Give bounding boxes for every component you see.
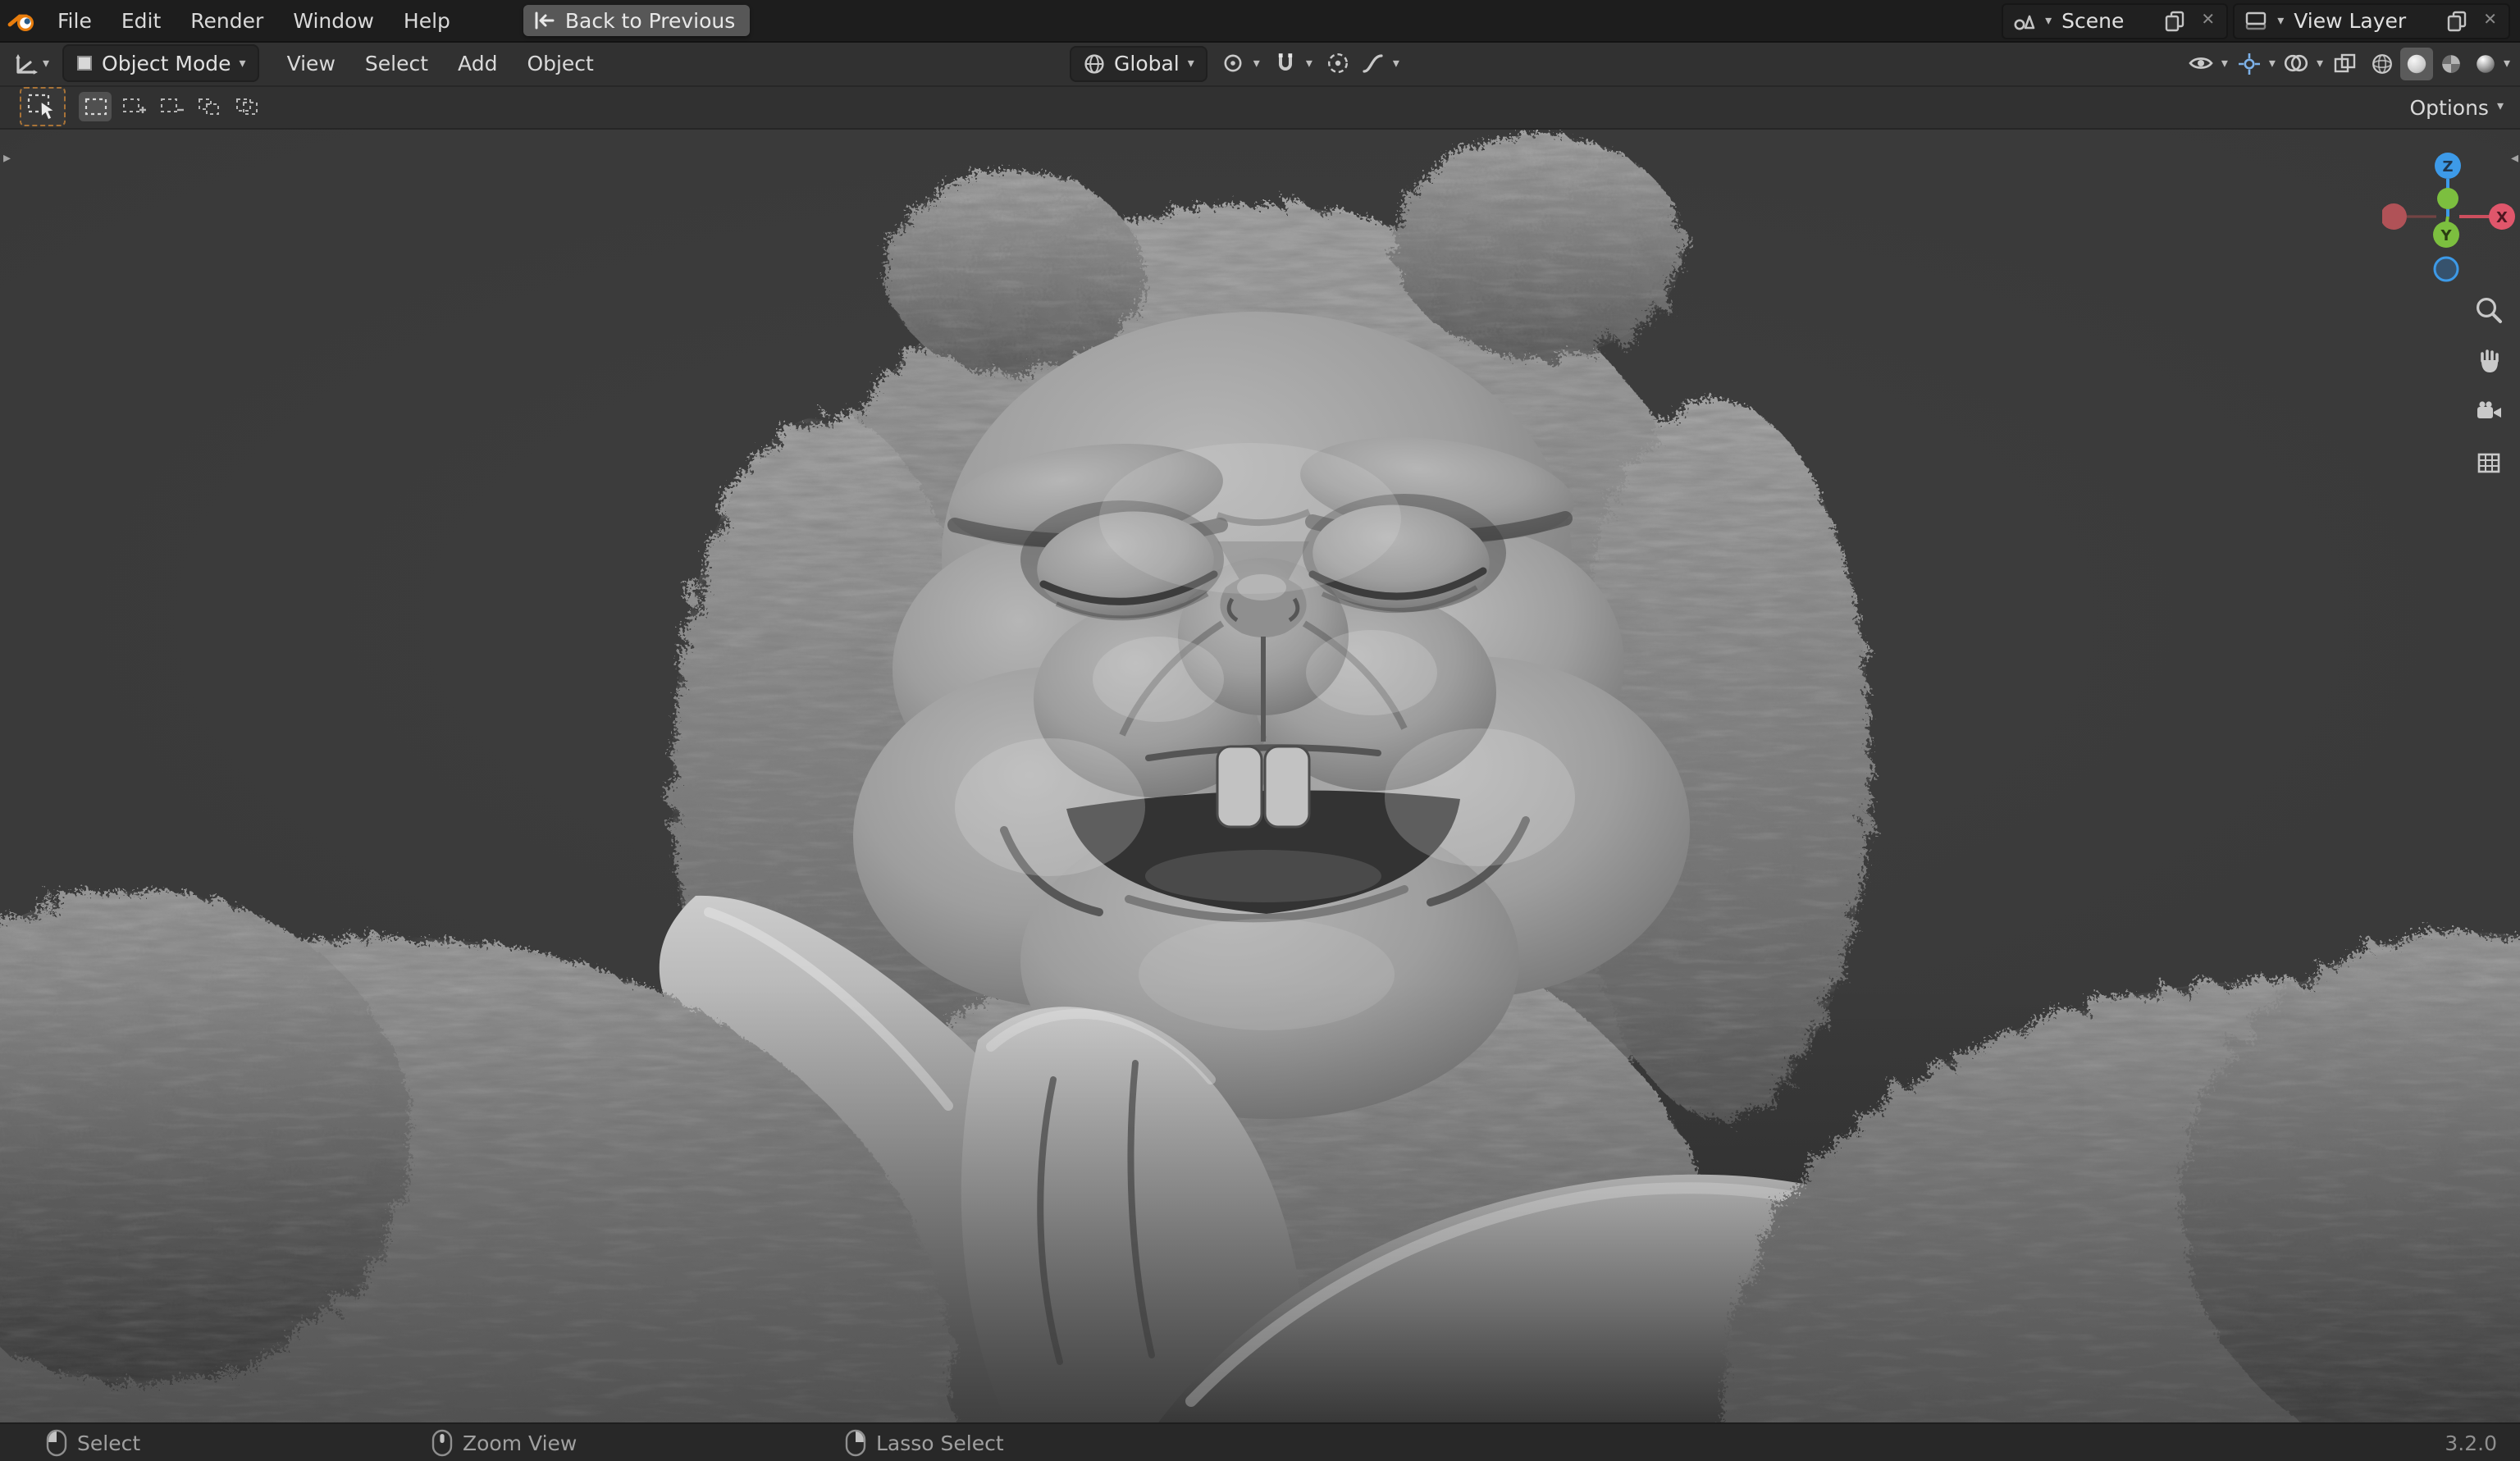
object-visibility-icon[interactable] bbox=[2187, 48, 2216, 78]
status-select-label: Select bbox=[77, 1430, 141, 1455]
show-gizmos-icon[interactable] bbox=[2235, 48, 2264, 78]
transform-orientation-label: Global bbox=[1114, 51, 1180, 75]
character-model-render bbox=[0, 135, 2520, 1422]
back-arrow-icon bbox=[536, 11, 555, 30]
back-to-previous-button[interactable]: Back to Previous bbox=[523, 5, 751, 36]
menu-render[interactable]: Render bbox=[176, 0, 278, 41]
camera-view-icon[interactable] bbox=[2471, 394, 2507, 430]
status-zoom-view: Zoom View bbox=[431, 1424, 577, 1461]
editor-type-chevron-icon[interactable]: ▾ bbox=[43, 56, 49, 70]
shading-solid-button[interactable] bbox=[2399, 47, 2433, 80]
global-orientation-icon bbox=[1084, 53, 1104, 73]
select-mode-intersect[interactable] bbox=[230, 92, 262, 121]
snap-magnet-icon[interactable] bbox=[1271, 48, 1301, 78]
transform-orientation-dropdown[interactable]: Global ▾ bbox=[1070, 45, 1208, 81]
move-view-hand-icon[interactable] bbox=[2471, 343, 2507, 379]
blender-version: 3.2.0 bbox=[2445, 1424, 2497, 1461]
menu-file[interactable]: File bbox=[43, 0, 107, 41]
gizmo-x-label: X bbox=[2496, 209, 2508, 226]
view-layer-name-field[interactable]: View Layer bbox=[2290, 8, 2436, 33]
navigation-gizmo[interactable]: Z X Y bbox=[2382, 144, 2517, 285]
mode-dropdown-label: Object Mode bbox=[102, 51, 231, 75]
version-label: 3.2.0 bbox=[2445, 1430, 2497, 1455]
proportional-editing-icon[interactable] bbox=[1324, 48, 1354, 78]
viewport-header: ▾ Object Mode ▾ View Select Add Object G… bbox=[0, 41, 2520, 87]
orthographic-toggle-icon[interactable] bbox=[2471, 445, 2507, 481]
select-mode-set[interactable] bbox=[79, 92, 112, 121]
options-label: Options bbox=[2409, 94, 2489, 119]
menu-edit[interactable]: Edit bbox=[107, 0, 176, 41]
header-right-controls: ▾ ▾ ▾ ▾ bbox=[2187, 41, 2510, 85]
object-visibility-chevron-icon[interactable]: ▾ bbox=[2221, 56, 2228, 70]
menu-select[interactable]: Select bbox=[350, 41, 443, 85]
xray-toggle-icon[interactable] bbox=[2330, 48, 2359, 78]
mouse-left-button-icon bbox=[46, 1429, 67, 1456]
blender-logo-icon[interactable] bbox=[0, 9, 43, 32]
status-bar: Select Zoom View Lasso Select 3.2.0 bbox=[0, 1422, 2520, 1461]
shading-rendered-button[interactable] bbox=[2469, 47, 2502, 80]
topbar-right: ▾ Scene ✕ ▾ View Layer ✕ bbox=[2001, 2, 2520, 39]
menu-help[interactable]: Help bbox=[389, 0, 465, 41]
show-overlays-chevron-icon[interactable]: ▾ bbox=[2317, 56, 2323, 70]
status-select: Select bbox=[46, 1424, 140, 1461]
show-gizmos-chevron-icon[interactable]: ▾ bbox=[2269, 56, 2276, 70]
select-mode-extend[interactable] bbox=[116, 92, 149, 121]
header-center-controls: Global ▾ ▾ ▾ ▾ bbox=[1070, 41, 1399, 85]
proportional-falloff-icon[interactable] bbox=[1358, 48, 1388, 78]
mode-dropdown-chevron-icon: ▾ bbox=[239, 55, 246, 70]
menu-add[interactable]: Add bbox=[443, 41, 512, 85]
active-tool-select-box[interactable] bbox=[20, 87, 66, 126]
pivot-point-chevron-icon[interactable]: ▾ bbox=[1253, 56, 1260, 70]
view-layer-selector: ▾ View Layer ✕ bbox=[2233, 2, 2510, 39]
view-layer-browse-chevron-icon[interactable]: ▾ bbox=[2277, 13, 2284, 27]
mode-dropdown[interactable]: Object Mode ▾ bbox=[62, 44, 259, 82]
transform-orientation-chevron-icon: ▾ bbox=[1187, 55, 1194, 70]
viewport-nav-tools bbox=[2471, 292, 2507, 481]
pivot-point-icon[interactable] bbox=[1219, 48, 1249, 78]
shading-chevron-icon[interactable]: ▾ bbox=[2504, 56, 2510, 70]
mouse-middle-button-icon bbox=[431, 1429, 453, 1456]
select-mode-options bbox=[79, 92, 262, 121]
object-mode-icon bbox=[77, 56, 93, 71]
view-layer-new-copy-icon[interactable] bbox=[2442, 6, 2472, 35]
select-mode-subtract[interactable] bbox=[154, 92, 187, 121]
menu-object[interactable]: Object bbox=[512, 41, 608, 85]
scene-unlink-icon[interactable]: ✕ bbox=[2196, 11, 2220, 30]
gizmo-z-label: Z bbox=[2442, 158, 2453, 176]
status-lasso-select-label: Lasso Select bbox=[876, 1430, 1004, 1455]
show-overlays-icon[interactable] bbox=[2282, 48, 2312, 78]
scene-browse-icon[interactable] bbox=[2009, 6, 2038, 35]
scene-selector: ▾ Scene ✕ bbox=[2001, 2, 2229, 39]
shading-material-button[interactable] bbox=[2435, 47, 2468, 80]
view-layer-remove-icon[interactable]: ✕ bbox=[2478, 11, 2502, 30]
status-zoom-view-label: Zoom View bbox=[463, 1430, 578, 1455]
scene-browse-chevron-icon[interactable]: ▾ bbox=[2045, 13, 2052, 27]
scene-name-field[interactable]: Scene bbox=[2058, 8, 2153, 33]
options-dropdown[interactable]: Options ▾ bbox=[2410, 94, 2504, 119]
proportional-falloff-chevron-icon[interactable]: ▾ bbox=[1393, 56, 1399, 70]
toolbar-expand-icon[interactable]: ▸ bbox=[3, 151, 11, 167]
gizmo-y-label: Y bbox=[2440, 227, 2452, 244]
menu-view[interactable]: View bbox=[272, 41, 350, 85]
viewport-3d[interactable]: ▸ ◂ Z X Y bbox=[0, 128, 2520, 1422]
status-lasso-select: Lasso Select bbox=[845, 1424, 1004, 1461]
back-to-previous-label: Back to Previous bbox=[564, 8, 736, 33]
zoom-view-icon[interactable] bbox=[2471, 292, 2507, 328]
scene-new-copy-icon[interactable] bbox=[2160, 6, 2189, 35]
options-chevron-icon: ▾ bbox=[2496, 98, 2504, 113]
blender-window: File Edit Render Window Help Back to Pre… bbox=[0, 0, 2520, 1461]
editor-type-icon[interactable] bbox=[10, 48, 39, 78]
topbar: File Edit Render Window Help Back to Pre… bbox=[0, 0, 2520, 43]
view-layer-browse-icon[interactable] bbox=[2241, 6, 2271, 35]
tool-settings-bar: Options ▾ bbox=[0, 85, 2520, 130]
shading-wireframe-button[interactable] bbox=[2366, 47, 2399, 80]
snap-settings-chevron-icon[interactable]: ▾ bbox=[1306, 56, 1312, 70]
mouse-right-button-icon bbox=[845, 1429, 866, 1456]
menu-window[interactable]: Window bbox=[278, 0, 389, 41]
select-mode-invert[interactable] bbox=[192, 92, 225, 121]
